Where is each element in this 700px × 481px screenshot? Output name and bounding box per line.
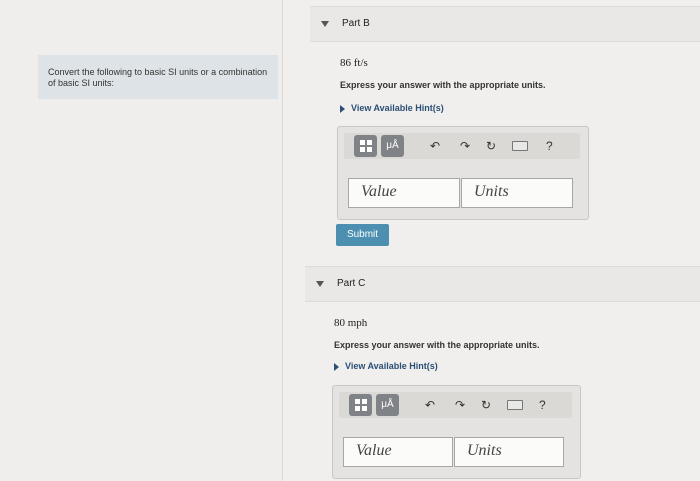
part-c-hint-label: View Available Hint(s) <box>345 361 438 371</box>
part-b-hint-link[interactable]: View Available Hint(s) <box>340 103 444 113</box>
part-c-given-value: 80 mph <box>334 317 368 329</box>
part-c-hint-link[interactable]: View Available Hint(s) <box>334 361 438 371</box>
help-icon[interactable]: ? <box>539 395 546 415</box>
instruction-box: Convert the following to basic SI units … <box>38 55 278 99</box>
keyboard-icon[interactable] <box>512 141 528 151</box>
units-button[interactable]: μÅ <box>376 394 399 416</box>
help-icon[interactable]: ? <box>546 136 553 156</box>
part-b-answer-panel: μÅ ↶ ↷ ↻ ? Value Units <box>337 126 589 220</box>
part-c-value-field[interactable]: Value <box>343 437 453 467</box>
collapse-caret-icon[interactable] <box>321 21 329 27</box>
part-b-given-value: 86 ft/s <box>340 57 368 69</box>
collapse-caret-icon[interactable] <box>316 281 324 287</box>
part-c-header[interactable]: Part C <box>305 266 700 302</box>
keyboard-icon[interactable] <box>507 400 523 410</box>
part-b-units-field[interactable]: Units <box>461 178 573 208</box>
part-c-toolbar: μÅ ↶ ↷ ↻ ? <box>339 392 572 418</box>
instruction-text: Convert the following to basic SI units … <box>48 67 268 88</box>
part-b-prompt: Express your answer with the appropriate… <box>340 80 546 90</box>
fraction-template-icon[interactable] <box>349 394 372 416</box>
part-c-title: Part C <box>337 278 366 289</box>
part-b-title: Part B <box>342 18 370 29</box>
expand-triangle-icon <box>340 104 345 113</box>
part-b-hint-label: View Available Hint(s) <box>351 103 444 113</box>
part-b-header[interactable]: Part B <box>310 6 700 42</box>
redo-icon[interactable]: ↷ <box>460 136 470 156</box>
redo-icon[interactable]: ↷ <box>455 395 465 415</box>
reset-icon[interactable]: ↻ <box>486 136 496 156</box>
expand-triangle-icon <box>334 362 339 371</box>
reset-icon[interactable]: ↻ <box>481 395 491 415</box>
fraction-template-icon[interactable] <box>354 135 377 157</box>
problem-column: Convert the following to basic SI units … <box>0 0 283 481</box>
undo-icon[interactable]: ↶ <box>425 395 435 415</box>
part-b-value-field[interactable]: Value <box>348 178 460 208</box>
part-c-units-field[interactable]: Units <box>454 437 564 467</box>
undo-icon[interactable]: ↶ <box>430 136 440 156</box>
part-c-prompt: Express your answer with the appropriate… <box>334 340 540 350</box>
part-c-answer-panel: μÅ ↶ ↷ ↻ ? Value Units <box>332 385 581 479</box>
units-button[interactable]: μÅ <box>381 135 404 157</box>
part-b-toolbar: μÅ ↶ ↷ ↻ ? <box>344 133 580 159</box>
submit-button[interactable]: Submit <box>336 224 389 246</box>
